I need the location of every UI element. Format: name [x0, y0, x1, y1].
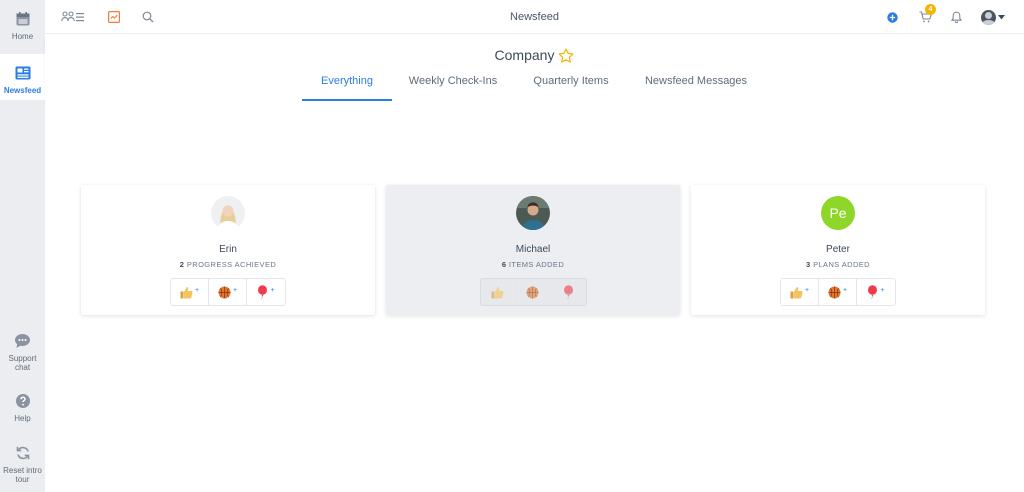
add-icon[interactable]: [885, 8, 899, 26]
avatar: [211, 196, 245, 230]
newsfeed-icon: [14, 64, 32, 82]
basketball-reaction[interactable]: +: [209, 279, 247, 305]
reset-icon: [14, 444, 32, 462]
feed-card-erin[interactable]: Erin 2 PROGRESS ACHIEVED + + +: [81, 185, 375, 315]
chat-icon: [14, 332, 32, 350]
reaction-group: + + +: [780, 278, 896, 306]
feed-card-peter[interactable]: Pe Peter 3 PLANS ADDED + + +: [691, 185, 985, 315]
thumbs-up-icon: [491, 286, 504, 299]
feed-header: Company Everything Weekly Check-Ins Quar…: [45, 34, 1024, 101]
feed-content: Erin 2 PROGRESS ACHIEVED + + + Michael 6…: [45, 101, 1024, 492]
sidebar-item-help[interactable]: Help: [0, 392, 45, 424]
user-menu[interactable]: [980, 8, 1006, 26]
add-reaction-icon: +: [194, 287, 200, 294]
thumbs-up-reaction[interactable]: +: [171, 279, 209, 305]
add-reaction-icon: +: [842, 287, 848, 294]
help-icon: [14, 392, 32, 410]
sidebar-item-label: Newsfeed: [3, 86, 42, 95]
user-name: Peter: [826, 244, 850, 255]
balloon-reaction[interactable]: +: [247, 279, 285, 305]
sidebar-item-newsfeed[interactable]: Newsfeed: [0, 54, 45, 100]
reaction-group: [479, 278, 587, 306]
feed-tabs: Everything Weekly Check-Ins Quarterly It…: [45, 73, 1024, 101]
company-name: Company: [494, 47, 555, 63]
user-name: Michael: [515, 244, 551, 255]
sidebar-item-reset-tour[interactable]: Reset intro tour: [0, 444, 45, 488]
cart-count-badge: 4: [925, 4, 936, 15]
page-title: Newsfeed: [510, 11, 559, 23]
basketball-icon: [218, 286, 231, 299]
activity-summary: 3 PLANS ADDED: [806, 260, 870, 269]
tab-weekly-check-ins[interactable]: Weekly Check-Ins: [401, 73, 505, 101]
activity-summary: 2 PROGRESS ACHIEVED: [179, 260, 277, 269]
avatar: [516, 196, 550, 230]
sidebar: Home Newsfeed Support chat Help Reset in…: [0, 0, 45, 492]
avatar: Pe: [821, 196, 855, 230]
sidebar-item-label: Reset intro tour: [3, 466, 42, 484]
add-reaction-icon: +: [232, 287, 238, 294]
balloon-reaction[interactable]: +: [857, 279, 895, 305]
sidebar-item-label: Home: [11, 32, 34, 41]
chevron-down-icon: [998, 14, 1005, 20]
tab-newsfeed-messages[interactable]: Newsfeed Messages: [637, 73, 755, 101]
tab-quarterly-items[interactable]: Quarterly Items: [521, 73, 621, 101]
balloon-icon: [257, 285, 268, 299]
top-bar: Newsfeed 4: [45, 0, 1024, 34]
cart-button[interactable]: 4: [917, 4, 936, 26]
thumbs-up-reaction[interactable]: +: [781, 279, 819, 305]
thumbs-up-icon: [180, 286, 193, 299]
activity-summary: 6 ITEMS ADDED: [501, 260, 565, 269]
basketball-reaction[interactable]: +: [819, 279, 857, 305]
calendar-icon: [14, 10, 32, 28]
add-reaction-icon: +: [880, 287, 885, 294]
balloon-icon: [563, 285, 574, 299]
add-reaction-icon: +: [804, 287, 810, 294]
sidebar-item-label: Help: [14, 414, 31, 423]
basketball-icon: [828, 286, 841, 299]
user-name: Erin: [219, 244, 237, 255]
sidebar-item-support-chat[interactable]: Support chat: [0, 332, 45, 372]
thumbs-up-reaction[interactable]: [481, 279, 516, 305]
sidebar-item-label: Support chat: [8, 354, 37, 372]
balloon-reaction[interactable]: [551, 279, 586, 305]
add-reaction-icon: +: [270, 287, 275, 294]
basketball-reaction[interactable]: [516, 279, 551, 305]
reaction-group: + + +: [170, 278, 286, 306]
tab-everything[interactable]: Everything: [302, 73, 392, 101]
basketball-icon: [526, 286, 539, 299]
feed-card-michael[interactable]: Michael 6 ITEMS ADDED: [386, 185, 680, 315]
thumbs-up-icon: [790, 286, 803, 299]
sidebar-item-home[interactable]: Home: [0, 10, 45, 48]
balloon-icon: [867, 285, 878, 299]
bell-icon[interactable]: [949, 8, 963, 26]
company-title: Company: [45, 47, 1024, 63]
star-icon[interactable]: [558, 47, 574, 63]
avatar: [981, 9, 996, 25]
